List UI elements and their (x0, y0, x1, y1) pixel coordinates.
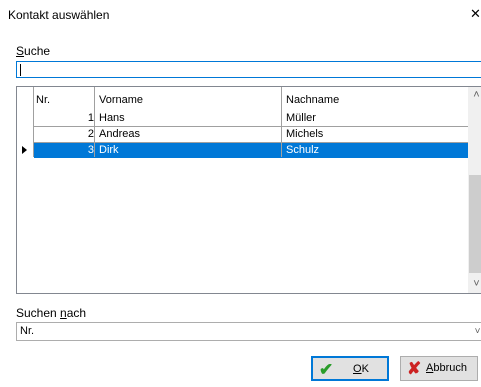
window-title: Kontakt auswählen (8, 8, 110, 22)
column-header-vorname[interactable]: Vorname (99, 94, 143, 106)
checkmark-icon: ✔ (319, 360, 334, 379)
cross-icon: ✘ (407, 359, 422, 378)
cell-nachname: Michels (286, 128, 324, 140)
cell-vorname: Dirk (99, 144, 119, 156)
cell-vorname: Andreas (99, 128, 140, 140)
scrollbar-thumb[interactable] (469, 175, 481, 273)
column-header-nachname[interactable]: Nachname (286, 94, 339, 106)
scroll-down-icon[interactable]: ˅ (468, 276, 481, 293)
cell-nachname: Müller (286, 112, 316, 124)
cell-nachname: Schulz (286, 144, 320, 156)
cell-nr: 1 (87, 112, 94, 124)
contact-picker-dialog: { "window": { "title": "Kontakt auswähle… (0, 0, 481, 387)
search-by-select[interactable]: Nr. ˅ (16, 322, 481, 341)
column-divider (281, 87, 282, 157)
cancel-button[interactable]: ✘ Abbruch (400, 356, 478, 381)
ok-button-label: OK (353, 363, 369, 375)
close-icon[interactable]: ✕ (470, 7, 481, 21)
cell-nr: 3 (87, 144, 94, 156)
text-caret (20, 64, 21, 76)
column-divider (94, 87, 95, 157)
column-header-nr[interactable]: Nr. (36, 94, 50, 106)
table-row-selected[interactable]: 3 Dirk Schulz (34, 143, 468, 158)
title-bar: Kontakt auswählen ✕ (0, 0, 481, 30)
search-by-value: Nr. (20, 325, 35, 337)
search-by-label: Suchen nach (16, 306, 87, 320)
ok-button[interactable]: ✔ OK (311, 356, 389, 381)
chevron-down-icon[interactable]: ˅ (469, 323, 481, 340)
scroll-up-icon[interactable]: ˄ (468, 87, 481, 104)
search-input[interactable] (16, 61, 481, 78)
grid-vertical-scrollbar[interactable]: ˄ ˅ (468, 87, 481, 293)
cell-nr: 2 (87, 128, 94, 140)
search-label: Suche (16, 44, 51, 58)
contacts-grid[interactable]: Nr. Vorname Nachname 1 Hans Müller 2 And… (16, 86, 481, 294)
cancel-button-label: Abbruch (426, 362, 467, 374)
current-row-indicator-icon (22, 146, 27, 154)
cell-vorname: Hans (99, 112, 125, 124)
